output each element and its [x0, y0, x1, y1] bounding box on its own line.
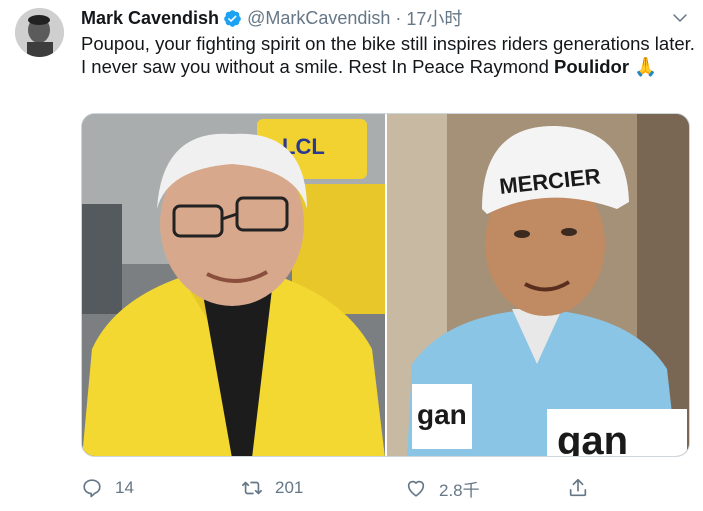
avatar-photo	[15, 8, 64, 57]
retweet-icon	[242, 481, 262, 495]
photo-poulidor-vintage: gan gan MERCIER	[387, 114, 689, 456]
author-handle[interactable]: @MarkCavendish	[247, 8, 390, 29]
share-button[interactable]	[567, 474, 601, 502]
tweet-timestamp[interactable]: 17小时	[406, 5, 462, 31]
avatar[interactable]	[15, 8, 64, 57]
tweet-actions: 14 201 2.8千	[81, 474, 601, 502]
like-button[interactable]: 2.8千	[405, 474, 480, 502]
retweet-count: 201	[275, 478, 304, 497]
chevron-down-icon[interactable]	[671, 9, 689, 27]
photo-poulidor-recent: LCL	[82, 114, 385, 456]
praying-hands-emoji: 🙏	[634, 56, 658, 77]
separator-dot: ·	[395, 7, 402, 28]
verified-badge-icon	[223, 9, 242, 28]
tweet-text: Poupou, your fighting spirit on the bike…	[81, 32, 696, 78]
tweet-header: Mark Cavendish @MarkCavendish · 17小时	[81, 5, 462, 31]
reply-button[interactable]: 14	[81, 474, 134, 502]
photo-right[interactable]: gan gan MERCIER	[387, 114, 689, 456]
reply-count: 14	[115, 478, 134, 497]
tweet-media[interactable]: LCL gan gan MERCIER	[81, 113, 690, 457]
tweet-text-bold[interactable]: Poulidor	[554, 56, 629, 77]
jersey-sponsor-left: gan	[417, 399, 467, 430]
photo-left[interactable]: LCL	[82, 114, 385, 456]
retweet-button[interactable]: 201	[241, 474, 303, 502]
jersey-sponsor-right: gan	[557, 419, 628, 456]
reply-icon	[83, 479, 101, 498]
author-name[interactable]: Mark Cavendish	[81, 8, 219, 29]
tweet-card[interactable]: Mark Cavendish @MarkCavendish · 17小时 Pou…	[0, 0, 703, 511]
heart-icon	[407, 480, 425, 497]
share-icon	[569, 478, 587, 497]
like-count: 2.8千	[439, 480, 480, 500]
